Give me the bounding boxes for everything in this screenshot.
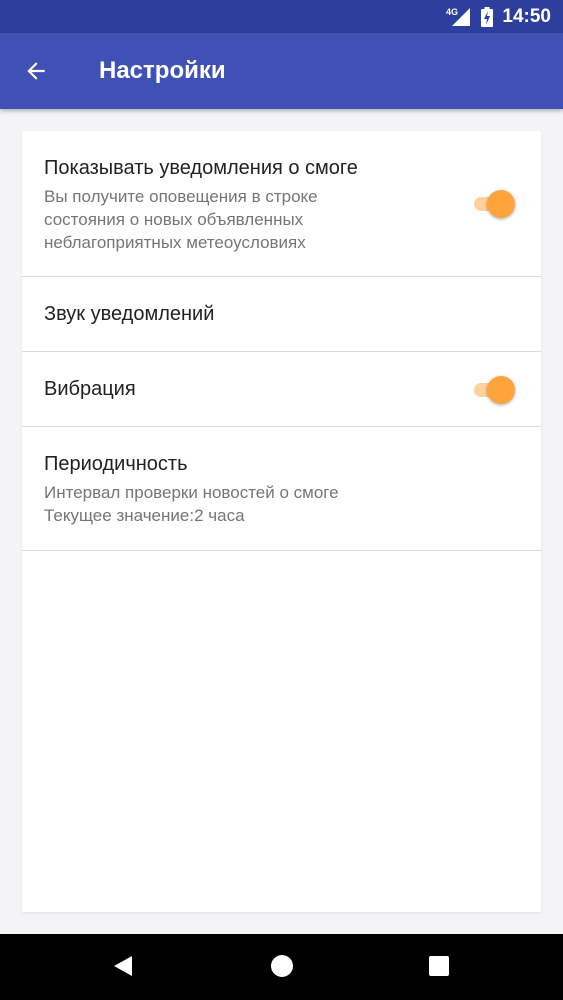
app-bar: Настройки xyxy=(0,33,563,109)
signal-icon xyxy=(452,8,470,26)
summary-line: неблагоприятных метеоусловиях xyxy=(44,233,306,252)
setting-periodicity[interactable]: Периодичность Интервал проверки новостей… xyxy=(22,427,541,551)
setting-vibration[interactable]: Вибрация xyxy=(22,352,541,427)
status-bar: 4G 14:50 xyxy=(0,0,563,33)
settings-card: Показывать уведомления о смоге Вы получи… xyxy=(22,131,541,912)
summary-line: Текущее значение:2 часа xyxy=(44,506,245,525)
toggle-thumb xyxy=(487,376,515,404)
battery-charging-icon xyxy=(481,7,493,27)
setting-smog-notifications-summary: Вы получите оповещения в строке состояни… xyxy=(44,185,444,254)
setting-smog-notifications-title: Показывать уведомления о смоге xyxy=(44,157,358,179)
setting-periodicity-summary: Интервал проверки новостей о смоге Текущ… xyxy=(44,481,444,527)
summary-line: Интервал проверки новостей о смоге xyxy=(44,483,339,502)
back-triangle-icon[interactable] xyxy=(112,954,134,978)
smog-notifications-toggle[interactable] xyxy=(471,190,515,218)
setting-notification-sound-title: Звук уведомлений xyxy=(44,303,215,325)
navigation-bar xyxy=(0,934,563,1000)
summary-line: состояния о новых объявленных xyxy=(44,210,304,229)
home-circle-icon[interactable] xyxy=(270,954,294,978)
back-button[interactable] xyxy=(16,53,56,89)
arrow-back-icon xyxy=(27,62,45,80)
recents-square-icon[interactable] xyxy=(429,956,449,976)
page-title: Настройки xyxy=(99,57,226,84)
setting-periodicity-title: Периодичность xyxy=(44,453,188,475)
summary-line: Вы получите оповещения в строке xyxy=(44,187,318,206)
status-time: 14:50 xyxy=(502,6,551,27)
toggle-thumb xyxy=(487,190,515,218)
setting-notification-sound[interactable]: Звук уведомлений xyxy=(22,277,541,352)
setting-vibration-title: Вибрация xyxy=(44,378,136,400)
setting-smog-notifications[interactable]: Показывать уведомления о смоге Вы получи… xyxy=(22,131,541,277)
vibration-toggle[interactable] xyxy=(471,376,515,404)
